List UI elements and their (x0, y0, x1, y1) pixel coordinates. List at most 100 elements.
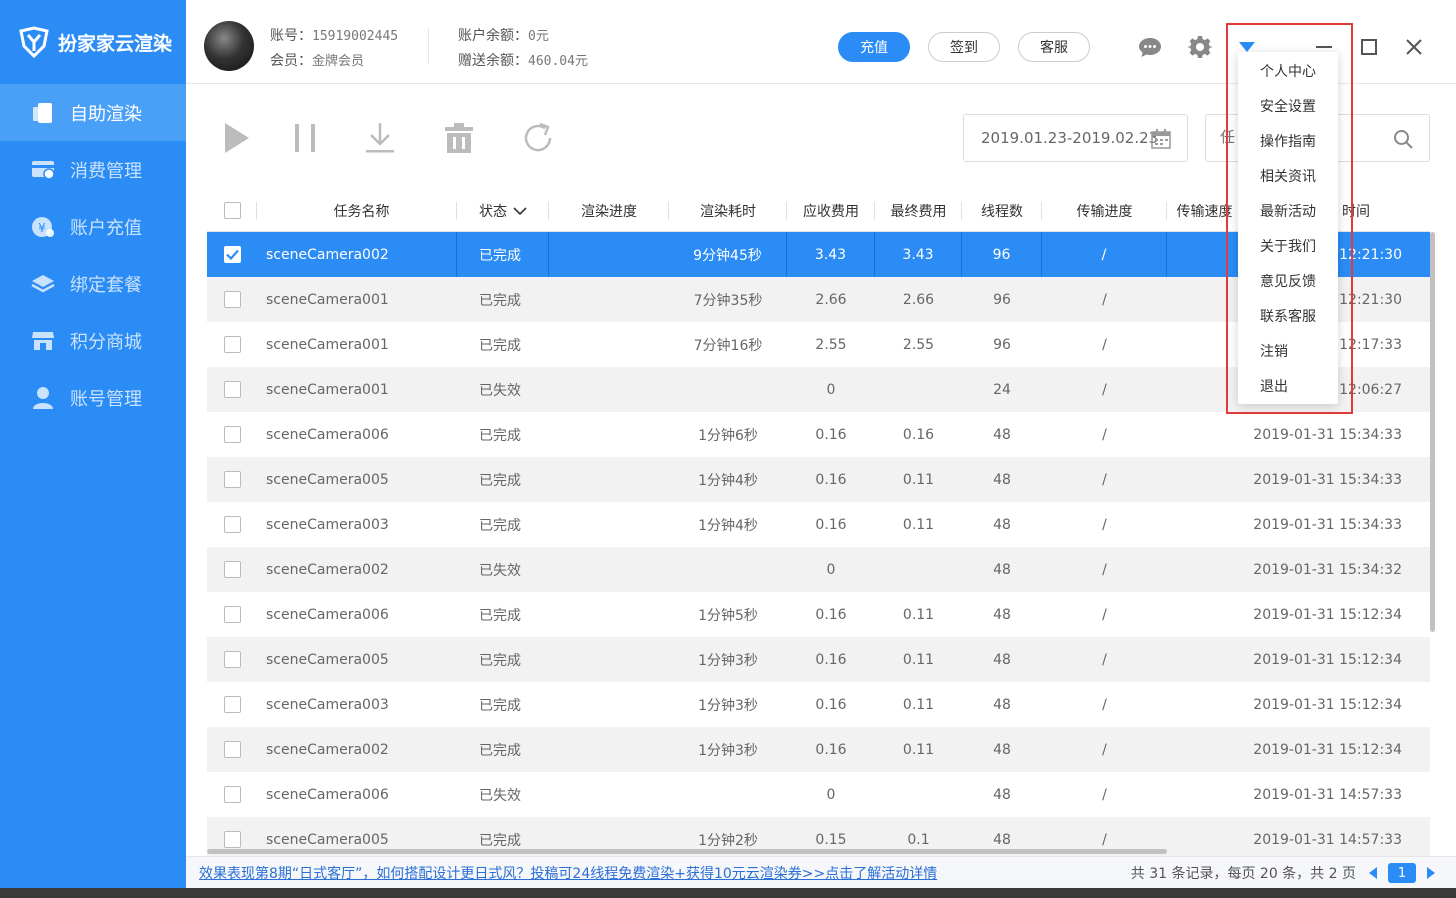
date-range-picker[interactable]: 2019.01.23-2019.02.23 (963, 114, 1188, 162)
sidebar-item-package[interactable]: 绑定套餐 (0, 255, 186, 312)
col-header-name: 任务名称 (257, 190, 457, 231)
row-checkbox[interactable] (223, 291, 241, 308)
table-row[interactable]: sceneCamera002 已完成 1分钟3秒 0.16 0.11 48 / 2019-01… (207, 727, 1430, 772)
row-checkbox[interactable] (223, 471, 241, 488)
logo-icon (19, 26, 49, 58)
row-checkbox[interactable] (223, 606, 241, 623)
sidebar-item-label: 积分商城 (70, 331, 142, 353)
final-fee (875, 547, 962, 592)
row-checkbox[interactable] (223, 741, 241, 758)
task-name: sceneCamera006 (266, 426, 389, 443)
next-page-icon[interactable] (1426, 866, 1436, 880)
table-row[interactable]: sceneCamera006 已失效 0 48 / 2019-01-31 14:57:33 (207, 772, 1430, 817)
table-row[interactable]: sceneCamera003 已完成 1分钟4秒 0.16 0.11 48 / 2019-01… (207, 502, 1430, 547)
transfer-progress: / (1102, 516, 1107, 533)
sidebar: 扮家家云渲染 自助渲染 消费管理 ¥ 账户充值 绑定套餐 积分商城 账号管理 (0, 0, 186, 898)
shop-icon (30, 328, 56, 354)
render-progress (549, 502, 669, 547)
row-checkbox[interactable] (223, 246, 241, 263)
task-name: sceneCamera003 (266, 516, 389, 533)
task-time: 2019-01-31 15:12:34 (1253, 741, 1402, 758)
sidebar-item-consumption[interactable]: 消费管理 (0, 141, 186, 198)
thread-count: 48 (993, 786, 1011, 803)
horizontal-scrollbar[interactable] (207, 849, 1167, 854)
table-row[interactable]: sceneCamera002 已失效 0 48 / 2019-01-31 15:34:32 (207, 547, 1430, 592)
service-button[interactable]: 客服 (1018, 32, 1090, 62)
play-icon[interactable] (216, 118, 256, 158)
gear-icon[interactable] (1187, 34, 1213, 60)
sidebar-item-shop[interactable]: 积分商城 (0, 312, 186, 369)
table-row[interactable]: sceneCamera005 已完成 1分钟4秒 0.16 0.11 48 / 2019-01… (207, 457, 1430, 502)
row-checkbox[interactable] (223, 516, 241, 533)
transfer-speed (1167, 772, 1242, 817)
row-checkbox[interactable] (223, 696, 241, 713)
pause-icon[interactable] (285, 118, 325, 158)
row-checkbox[interactable] (223, 786, 241, 803)
search-icon[interactable] (1393, 129, 1413, 153)
table-row[interactable]: sceneCamera003 已完成 1分钟3秒 0.16 0.11 48 / 2019-01… (207, 682, 1430, 727)
col-header-status[interactable]: 状态 (457, 190, 549, 231)
final-fee: 2.66 (902, 291, 935, 308)
sidebar-item-label: 账号管理 (70, 388, 142, 410)
signin-button[interactable]: 签到 (928, 32, 1000, 62)
transfer-progress: / (1102, 786, 1107, 803)
render-progress (549, 457, 669, 502)
sidebar-item-self-render[interactable]: 自助渲染 (0, 84, 186, 141)
task-name: sceneCamera005 (266, 471, 389, 488)
current-page[interactable]: 1 (1388, 863, 1416, 883)
promo-link[interactable]: 效果表现第8期“日式客厅”，如何搭配设计更日式风？投稿可24线程免费渲染+获得1… (199, 863, 937, 883)
render-progress (549, 412, 669, 457)
table-row[interactable]: sceneCamera006 已完成 1分钟5秒 0.16 0.11 48 / 2019-01… (207, 592, 1430, 637)
receivable-fee: 3.43 (787, 232, 875, 277)
svg-text:¥: ¥ (38, 221, 46, 235)
delete-icon[interactable] (439, 118, 479, 158)
sidebar-item-recharge[interactable]: ¥ 账户充值 (0, 198, 186, 255)
prev-page-icon[interactable] (1368, 866, 1378, 880)
final-fee: 0.11 (902, 471, 935, 488)
download-icon[interactable] (360, 118, 400, 158)
date-range-value: 2019.01.23-2019.02.23 (981, 129, 1159, 147)
row-checkbox[interactable] (223, 381, 241, 398)
row-checkbox[interactable] (223, 651, 241, 668)
receivable-fee: 0.16 (815, 696, 847, 713)
vertical-scrollbar[interactable] (1430, 232, 1435, 632)
task-name: sceneCamera001 (266, 336, 389, 353)
row-checkbox[interactable] (223, 426, 241, 443)
table-row[interactable]: sceneCamera005 已完成 1分钟3秒 0.16 0.11 48 / 2019-01… (207, 637, 1430, 682)
transfer-progress: / (1102, 741, 1107, 758)
receivable-fee: 0 (826, 786, 836, 803)
task-time: 2019-01-31 15:12:34 (1253, 606, 1402, 623)
transfer-speed (1167, 727, 1242, 772)
maximize-icon[interactable] (1356, 34, 1382, 60)
recharge-button[interactable]: 充值 (838, 32, 910, 62)
sidebar-item-label: 自助渲染 (70, 103, 142, 125)
message-icon[interactable] (1137, 34, 1163, 60)
row-checkbox[interactable] (223, 831, 241, 848)
task-name: sceneCamera002 (266, 561, 389, 578)
col-header-status-label: 状态 (479, 203, 507, 220)
calendar-icon (1151, 129, 1171, 153)
user-icon (30, 385, 56, 411)
row-checkbox[interactable] (223, 561, 241, 578)
refresh-icon[interactable] (518, 118, 558, 158)
transfer-progress: / (1102, 606, 1107, 623)
task-status: 已完成 (479, 607, 521, 624)
thread-count: 48 (993, 426, 1011, 443)
render-progress (549, 367, 669, 412)
select-all-checkbox[interactable] (223, 202, 241, 219)
render-progress (549, 592, 669, 637)
sidebar-item-account[interactable]: 账号管理 (0, 369, 186, 426)
col-header-render-time: 渲染耗时 (669, 190, 787, 231)
receivable-fee: 0.16 (815, 651, 847, 668)
account-label: 账号： (270, 28, 312, 44)
render-time: 1分钟3秒 (698, 742, 758, 759)
avatar[interactable] (204, 21, 254, 71)
footer: 效果表现第8期“日式客厅”，如何搭配设计更日式风？投稿可24线程免费渲染+获得1… (186, 856, 1456, 888)
close-icon[interactable] (1401, 34, 1427, 60)
receivable-fee: 0.16 (815, 741, 847, 758)
final-fee: 0.11 (902, 651, 935, 668)
col-header-final-fee: 最终费用 (875, 190, 962, 231)
task-status: 已失效 (479, 562, 521, 579)
table-row[interactable]: sceneCamera006 已完成 1分钟6秒 0.16 0.16 48 / 2019-01… (207, 412, 1430, 457)
row-checkbox[interactable] (223, 336, 241, 353)
